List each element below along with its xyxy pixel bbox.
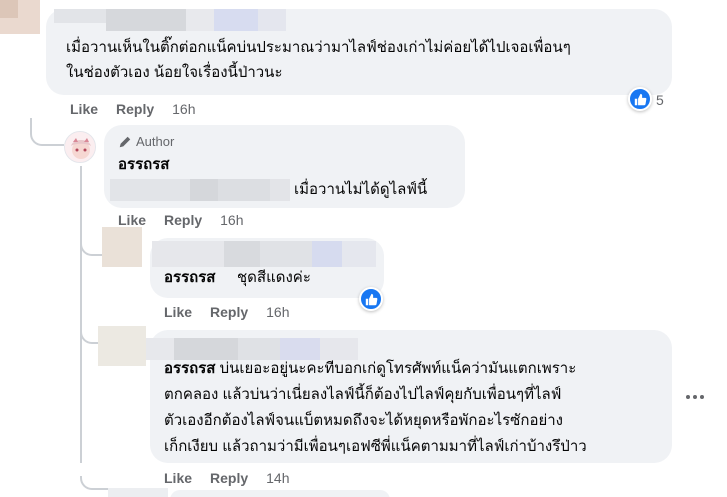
comment-actions: Like Reply 16h	[70, 100, 196, 118]
reply-actions: Like Reply 16h	[164, 303, 290, 321]
reaction-like-badge[interactable]	[359, 287, 383, 311]
like-button[interactable]: Like	[70, 101, 98, 117]
reply-button[interactable]: Reply	[116, 101, 154, 117]
reply-text-line-4: เก็กเงียบ แล้วถามว่ามีเพื่อนๆเอฟซีพี่แน็…	[164, 438, 587, 455]
thread-connector-1	[30, 118, 64, 146]
reply-button[interactable]: Reply	[210, 470, 248, 486]
pencil-icon	[119, 136, 131, 147]
reply-author-name[interactable]: อรรถรส	[164, 267, 215, 289]
timestamp[interactable]: 16h	[266, 304, 289, 320]
comment-text-line-1: เมื่อวานเห็นในติ๊กต่อกแน็คบ่นประมาณว่ามา…	[66, 39, 571, 56]
like-button[interactable]: Like	[118, 212, 146, 228]
timestamp[interactable]: 16h	[220, 212, 243, 228]
like-icon	[634, 93, 646, 105]
reaction-count[interactable]: 5	[656, 92, 664, 108]
thread-connector-3	[80, 326, 98, 344]
reply-text-line-3: ตัวเองอีกต้องไลฟ์จนแบ็ตหมดถึงจะได้หยุดหร…	[164, 412, 563, 429]
comment-text-line-2: ในช่องตัวเอง น้อยใจเรื่องนี้ป่าวนะ	[66, 64, 283, 81]
reply-author-name[interactable]: อรรถรส	[164, 360, 215, 377]
like-button[interactable]: Like	[164, 304, 192, 320]
thread-connector-2	[80, 236, 102, 256]
reaction-like-badge[interactable]	[628, 87, 652, 111]
author-badge-label: Author	[136, 134, 175, 149]
timestamp[interactable]: 14h	[266, 470, 289, 486]
like-icon	[365, 293, 377, 305]
thread-connector-4	[80, 476, 108, 490]
reply-text-line-1: อรรถรส บ่นเยอะอยู่นะคะทีบอกเก่ดูโทรศัพท์…	[164, 358, 576, 380]
reply-actions: Like Reply 14h	[164, 469, 290, 487]
reply-button[interactable]: Reply	[210, 304, 248, 320]
like-button[interactable]: Like	[164, 470, 192, 486]
reply-text-first: บ่นเยอะอยู่นะคะทีบอกเก่ดูโทรศัพท์แน็คว่า…	[215, 360, 577, 377]
reply-author-name[interactable]: อรรถรส	[118, 154, 169, 176]
reply-text: ชุดสีแดงค่ะ	[237, 269, 311, 286]
avatar-pixelated[interactable]	[108, 488, 168, 497]
reply-button[interactable]: Reply	[164, 212, 202, 228]
author-badge: Author	[118, 134, 174, 149]
avatar[interactable]	[64, 131, 96, 163]
reply-text-line-2: ตกคลอง แล้วบ่นว่าเนี่ยลงไลฟ์นี้ก็ต้องไปไ…	[164, 386, 562, 403]
timestamp[interactable]: 16h	[172, 101, 195, 117]
avatar-image	[65, 132, 95, 162]
more-options-icon[interactable]	[686, 395, 704, 399]
reply-bubble	[170, 490, 390, 497]
thread-line-main	[80, 166, 82, 463]
reply-text: เมื่อวานไม่ได้ดูไลฟ์นี้	[294, 181, 428, 198]
